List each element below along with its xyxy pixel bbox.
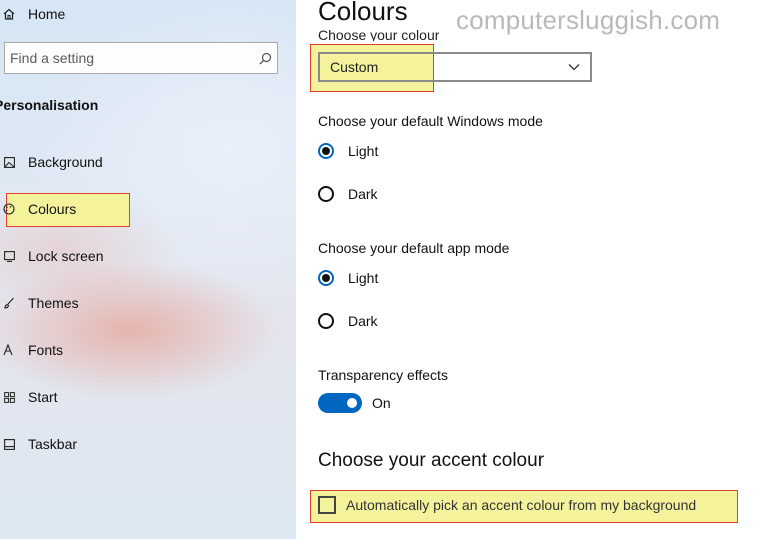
sidebar: Home Personalisation Background Colours … (0, 0, 296, 539)
home-icon (3, 7, 15, 21)
radio-label: Light (348, 270, 379, 286)
sidebar-item-taskbar[interactable]: Taskbar (0, 424, 77, 464)
sidebar-item-label: Colours (28, 201, 77, 217)
radio-label: Dark (348, 186, 378, 202)
sidebar-item-label: Themes (28, 295, 79, 311)
sidebar-section-title: Personalisation (0, 97, 99, 113)
sidebar-item-label: Lock screen (28, 248, 104, 264)
page-title: Colours (318, 0, 408, 26)
search-input[interactable] (5, 49, 253, 67)
sidebar-item-background[interactable]: Background (0, 142, 103, 182)
windows-mode-heading: Choose your default Windows mode (318, 113, 543, 129)
radio-unchecked-icon (318, 186, 334, 202)
picture-icon (3, 155, 15, 169)
font-icon (3, 343, 15, 357)
app-mode-dark-radio[interactable]: Dark (318, 313, 378, 329)
radio-checked-icon (318, 270, 334, 286)
watermark: computersluggish.com (456, 5, 721, 35)
app-mode-light-radio[interactable]: Light (318, 270, 378, 286)
toggle-state-label: On (372, 395, 391, 411)
sidebar-item-start[interactable]: Start (0, 377, 58, 417)
sidebar-item-fonts[interactable]: Fonts (0, 330, 63, 370)
lock-screen-icon (3, 249, 15, 263)
windows-mode-dark-radio[interactable]: Dark (318, 186, 378, 202)
radio-checked-icon (318, 143, 334, 159)
sidebar-item-colours[interactable]: Colours (0, 189, 76, 229)
auto-pick-accent-checkbox[interactable] (318, 496, 336, 514)
choose-colour-label: Choose your colour (318, 27, 440, 41)
auto-pick-accent-label: Automatically pick an accent colour from… (346, 497, 697, 513)
radio-label: Dark (348, 313, 378, 329)
auto-pick-accent-checkbox-row[interactable]: Automatically pick an accent colour from… (318, 496, 696, 514)
main-content: Colours computersluggish.com Choose your… (296, 0, 768, 539)
start-grid-icon (3, 390, 15, 404)
sidebar-item-label: Taskbar (28, 436, 78, 452)
palette-icon (3, 202, 15, 216)
search-box[interactable] (4, 42, 278, 74)
sidebar-item-label: Background (28, 154, 103, 170)
sidebar-item-label: Fonts (28, 342, 64, 358)
sidebar-item-themes[interactable]: Themes (0, 283, 79, 323)
search-icon[interactable] (253, 52, 277, 65)
sidebar-item-lock-screen[interactable]: Lock screen (0, 236, 103, 276)
colour-dropdown[interactable]: Custom (318, 52, 592, 82)
sidebar-item-label: Home (28, 6, 66, 22)
sidebar-item-home[interactable]: Home (0, 0, 65, 34)
brush-icon (3, 296, 15, 310)
sidebar-item-label: Start (28, 389, 58, 405)
colour-dropdown-value: Custom (330, 59, 379, 75)
app-mode-heading: Choose your default app mode (318, 240, 510, 256)
chevron-down-icon (568, 60, 580, 74)
transparency-heading: Transparency effects (318, 367, 448, 383)
radio-unchecked-icon (318, 313, 334, 329)
taskbar-icon (3, 437, 15, 451)
accent-colour-heading: Choose your accent colour (318, 450, 545, 471)
transparency-toggle[interactable] (318, 393, 362, 413)
transparency-toggle-row: On (318, 393, 391, 413)
windows-mode-light-radio[interactable]: Light (318, 143, 378, 159)
radio-label: Light (348, 143, 379, 159)
